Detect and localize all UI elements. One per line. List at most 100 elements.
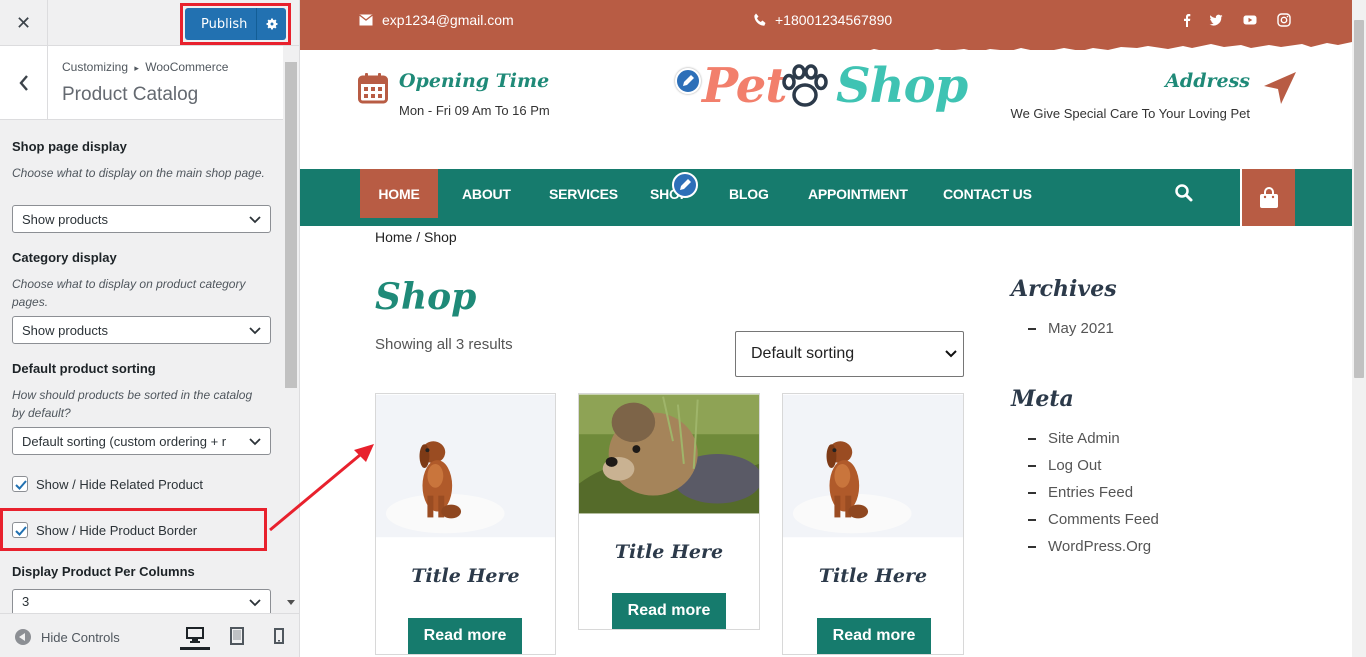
topbar-email[interactable]: exp1234@gmail.com	[359, 12, 514, 28]
address-text: We Give Special Care To Your Loving Pet	[1010, 106, 1250, 121]
phone-icon	[754, 13, 766, 26]
mobile-icon	[274, 628, 284, 644]
location-arrow-icon	[1264, 72, 1296, 104]
top-bar: exp1234@gmail.com +18001234567890	[300, 0, 1352, 42]
shop-page-display-label: Shop page display	[12, 139, 127, 154]
youtube-icon[interactable]	[1243, 13, 1257, 27]
mobile-preview-button[interactable]	[264, 622, 294, 650]
nav-item-services[interactable]: SERVICES	[549, 169, 618, 218]
list-dash	[1028, 518, 1036, 521]
meta-link-label: Entries Feed	[1048, 484, 1134, 501]
category-display-description: Choose what to display on product catego…	[12, 277, 246, 309]
result-count: Showing all 3 results	[375, 336, 513, 353]
email-text: exp1234@gmail.com	[382, 12, 514, 28]
preview-scrollbar-thumb[interactable]	[1354, 20, 1364, 378]
desktop-preview-button[interactable]	[180, 622, 210, 650]
product-title[interactable]: Title Here	[376, 565, 555, 587]
product-image[interactable]	[579, 394, 759, 514]
breadcrumb: Customizing ▸ WooCommerce	[62, 60, 228, 74]
product-image[interactable]	[376, 394, 555, 538]
meta-link-log-out[interactable]: Log Out	[1028, 452, 1159, 479]
nav-item-about[interactable]: ABOUT	[462, 169, 511, 218]
archive-link[interactable]: May 2021	[1028, 315, 1114, 342]
edit-menu-button[interactable]	[672, 172, 698, 198]
per-columns-label: Display Product Per Columns	[12, 564, 195, 579]
default-sorting-value: Default sorting (custom ordering + r	[22, 433, 227, 449]
site-logo[interactable]: Pet Shop	[702, 56, 968, 126]
sorting-select[interactable]: Default sorting	[735, 331, 964, 377]
envelope-icon	[359, 14, 373, 26]
hide-controls-button[interactable]: Hide Controls	[14, 628, 120, 646]
meta-link-wordpress-org[interactable]: WordPress.Org	[1028, 533, 1159, 560]
checkmark-icon	[15, 526, 27, 536]
phone-text: +18001234567890	[775, 12, 893, 28]
read-more-button[interactable]: Read more	[817, 618, 931, 654]
chevron-down-icon	[248, 434, 262, 448]
scroll-down-icon[interactable]	[287, 600, 295, 606]
meta-widget-title: Meta	[1011, 386, 1074, 412]
nav-item-appointment[interactable]: APPOINTMENT	[808, 169, 908, 218]
default-sorting-label: Default product sorting	[12, 361, 156, 376]
nav-item-contact-us[interactable]: CONTACT US	[943, 169, 1032, 218]
instagram-icon[interactable]	[1277, 13, 1291, 27]
breadcrumb-separator: ▸	[134, 63, 139, 73]
archives-list: May 2021	[1028, 315, 1114, 342]
back-button[interactable]	[0, 46, 48, 120]
product-border-label: Show / Hide Product Border	[36, 522, 198, 538]
customizer-header: ✕ Publish	[0, 0, 299, 46]
search-icon[interactable]	[1174, 183, 1194, 203]
publish-highlight-box: Publish	[180, 3, 291, 45]
meta-list: Site Admin Log Out Entries Feed Comments…	[1028, 425, 1159, 560]
product-title[interactable]: Title Here	[579, 541, 759, 563]
product-card[interactable]: Title Here Read more	[375, 393, 556, 655]
page-breadcrumb: Home / Shop	[375, 229, 457, 245]
nav-item-home[interactable]: HOME	[360, 169, 438, 218]
default-sorting-select[interactable]: Default sorting (custom ordering + r	[12, 427, 271, 455]
close-customizer-button[interactable]: ✕	[0, 0, 48, 46]
read-more-button[interactable]: Read more	[408, 618, 522, 654]
product-card[interactable]: Title Here Read more	[578, 393, 760, 630]
meta-link-entries-feed[interactable]: Entries Feed	[1028, 479, 1159, 506]
meta-link-comments-feed[interactable]: Comments Feed	[1028, 506, 1159, 533]
main-nav: HOME ABOUT SERVICES SHOP BLOG APPOINTMEN…	[300, 169, 1352, 226]
related-product-checkbox[interactable]	[12, 476, 28, 492]
logo-word-pet: Pet	[702, 58, 788, 114]
sidebar-scrollbar-thumb[interactable]	[285, 62, 297, 388]
product-border-toggle[interactable]: Show / Hide Product Border	[12, 522, 197, 538]
paw-icon	[782, 64, 828, 107]
product-card[interactable]: Title Here Read more	[782, 393, 964, 655]
topbar-phone[interactable]: +18001234567890	[753, 12, 892, 28]
related-product-label: Show / Hide Related Product	[36, 476, 203, 492]
breadcrumb-root: Customizing	[62, 60, 129, 74]
shopping-bag-icon	[1259, 186, 1278, 208]
page-title: Shop	[375, 276, 477, 318]
product-border-checkbox[interactable]	[12, 522, 28, 538]
list-dash	[1028, 464, 1036, 467]
logo-word-shop: Shop	[836, 58, 968, 114]
shop-page-display-select[interactable]: Show products	[12, 205, 271, 233]
list-dash	[1028, 437, 1036, 440]
per-columns-select[interactable]: 3	[12, 589, 271, 613]
torn-edge-decoration	[300, 38, 1352, 50]
hide-controls-label: Hide Controls	[41, 629, 120, 645]
meta-link-site-admin[interactable]: Site Admin	[1028, 425, 1159, 452]
tablet-preview-button[interactable]	[222, 622, 252, 650]
gear-icon[interactable]	[256, 8, 286, 40]
product-image[interactable]	[783, 394, 963, 538]
product-title[interactable]: Title Here	[783, 565, 963, 587]
read-more-button[interactable]: Read more	[612, 593, 726, 629]
category-display-label: Category display	[12, 250, 117, 265]
shop-page-display-description: Choose what to display on the main shop …	[12, 166, 265, 180]
category-display-select[interactable]: Show products	[12, 316, 271, 344]
meta-link-label: Site Admin	[1048, 430, 1120, 447]
meta-link-label: Log Out	[1048, 457, 1102, 474]
archive-link-label: May 2021	[1048, 320, 1114, 337]
cart-button[interactable]	[1240, 169, 1295, 226]
related-product-toggle[interactable]: Show / Hide Related Product	[12, 476, 203, 492]
facebook-icon[interactable]	[1180, 13, 1194, 27]
edit-logo-button[interactable]	[675, 68, 701, 94]
publish-button[interactable]: Publish	[185, 8, 286, 40]
per-columns-value: 3	[22, 594, 30, 609]
nav-item-blog[interactable]: BLOG	[729, 169, 769, 218]
twitter-icon[interactable]	[1209, 13, 1223, 27]
